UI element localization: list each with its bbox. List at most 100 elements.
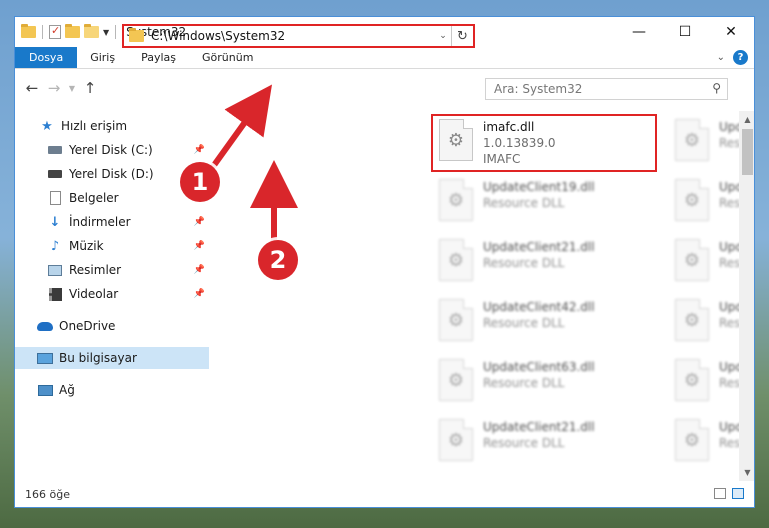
sidebar-item-label: Hızlı erişim bbox=[61, 119, 128, 133]
pin-icon[interactable]: 📌 bbox=[194, 241, 205, 251]
drive-icon bbox=[47, 167, 63, 181]
ribbon-right: ⌄ ? bbox=[717, 50, 748, 65]
this-pc-icon bbox=[37, 351, 53, 365]
file-name: UpdateClient63.dll bbox=[483, 360, 595, 374]
file-highlight-box bbox=[431, 114, 657, 172]
dll-file-icon: ⚙ bbox=[439, 179, 473, 221]
onedrive-icon bbox=[37, 319, 53, 333]
dll-file-icon: ⚙ bbox=[675, 179, 709, 221]
expand-ribbon-icon[interactable]: ⌄ bbox=[717, 52, 725, 63]
drive-icon bbox=[47, 143, 63, 157]
sidebar-item-label: Belgeler bbox=[69, 191, 119, 205]
search-icon: ⚲ bbox=[712, 81, 721, 95]
sidebar-item-videos[interactable]: Videolar 📌 bbox=[15, 283, 209, 305]
search-input[interactable]: Ara: System32 ⚲ bbox=[485, 78, 728, 100]
refresh-icon[interactable]: ↻ bbox=[451, 26, 473, 46]
scroll-up-icon[interactable]: ▲ bbox=[739, 111, 754, 128]
sidebar-item-label: Müzik bbox=[69, 239, 104, 253]
folder-icon bbox=[129, 28, 144, 42]
address-bar[interactable]: C:\Windows\System32 ⌄ ↻ bbox=[122, 24, 475, 48]
vertical-scrollbar[interactable]: ▲ ▼ bbox=[739, 111, 754, 481]
close-button[interactable]: ✕ bbox=[708, 17, 754, 47]
customize-toolbar-icon[interactable]: ▼ bbox=[103, 28, 109, 37]
dll-file-icon: ⚙ bbox=[439, 239, 473, 281]
minimize-button[interactable]: — bbox=[616, 17, 662, 47]
network-icon bbox=[37, 383, 53, 397]
sidebar-item-pictures[interactable]: Resimler 📌 bbox=[15, 259, 209, 281]
item-count: 166 öğe bbox=[25, 487, 70, 501]
star-icon: ★ bbox=[41, 118, 53, 134]
dll-file-icon: ⚙ bbox=[675, 119, 709, 161]
list-item[interactable]: ⚙ UpdateClient21.dll Resource DLL bbox=[431, 417, 651, 467]
sidebar-item-this-pc[interactable]: Bu bilgisayar bbox=[15, 347, 209, 369]
sidebar-item-quick-access[interactable]: ★ Hızlı erişim bbox=[15, 115, 209, 137]
tab-share[interactable]: Paylaş bbox=[128, 47, 189, 68]
documents-icon bbox=[47, 191, 63, 205]
pin-icon[interactable]: 📌 bbox=[194, 289, 205, 299]
file-name: UpdateClient21.dll bbox=[483, 420, 595, 434]
file-list: ⚙ imafc.dll 1.0.13839.0 IMAFC ⚙ UpdateCl… bbox=[209, 111, 754, 481]
sidebar-item-label: Videolar bbox=[69, 287, 119, 301]
properties-icon[interactable] bbox=[49, 24, 61, 39]
quick-access-toolbar: ▼ bbox=[15, 24, 118, 39]
file-type: Resource DLL bbox=[483, 436, 565, 450]
sidebar-item-local-disk-c[interactable]: Yerel Disk (C:) 📌 bbox=[15, 139, 209, 161]
tab-view[interactable]: Görünüm bbox=[189, 47, 266, 68]
explorer-window: ▼ System32 — ☐ ✕ Dosya Giriş Paylaş Görü… bbox=[14, 16, 755, 508]
dll-file-icon: ⚙ bbox=[439, 359, 473, 401]
list-item[interactable]: ⚙ UpdateClient21.dll Resource DLL bbox=[431, 237, 651, 287]
file-type: Resource DLL bbox=[483, 256, 565, 270]
toolbar-separator bbox=[115, 25, 117, 39]
recent-locations-icon[interactable]: ▼ bbox=[65, 84, 79, 93]
pin-icon[interactable]: 📌 bbox=[194, 217, 205, 227]
sidebar-item-music[interactable]: ♪ Müzik 📌 bbox=[15, 235, 209, 257]
sidebar-item-label: Yerel Disk (D:) bbox=[69, 167, 154, 181]
sidebar-item-documents[interactable]: Belgeler bbox=[15, 187, 209, 209]
sidebar-item-label: İndirmeler bbox=[69, 215, 131, 229]
file-type: Resource DLL bbox=[483, 316, 565, 330]
sidebar-item-label: OneDrive bbox=[59, 319, 116, 333]
file-name: UpdateClient19.dll bbox=[483, 180, 595, 194]
file-name: UpdateClient42.dll bbox=[483, 300, 595, 314]
rename-icon[interactable] bbox=[84, 24, 99, 38]
sidebar-item-network[interactable]: Ağ bbox=[15, 379, 209, 401]
pin-icon[interactable]: 📌 bbox=[194, 265, 205, 275]
pictures-icon bbox=[47, 263, 63, 277]
list-item[interactable]: ⚙ UpdateClient63.dll Resource DLL bbox=[431, 357, 651, 407]
sidebar-item-label: Resimler bbox=[69, 263, 122, 277]
new-folder-icon[interactable] bbox=[65, 24, 80, 38]
scroll-down-icon[interactable]: ▼ bbox=[739, 464, 754, 481]
toolbar-separator bbox=[42, 25, 43, 39]
forward-arrow-icon[interactable]: → bbox=[43, 79, 65, 97]
back-arrow-icon[interactable]: ← bbox=[21, 79, 43, 97]
maximize-button[interactable]: ☐ bbox=[662, 17, 708, 47]
sidebar-item-onedrive[interactable]: OneDrive bbox=[15, 315, 209, 337]
tab-home[interactable]: Giriş bbox=[77, 47, 128, 68]
status-bar: 166 öğe bbox=[15, 481, 754, 507]
list-item[interactable]: ⚙ UpdateClient19.dll Resource DLL bbox=[431, 177, 651, 227]
music-icon: ♪ bbox=[50, 238, 60, 254]
file-type: Resource DLL bbox=[483, 376, 565, 390]
address-dropdown-icon[interactable]: ⌄ bbox=[435, 31, 451, 41]
sidebar-item-label: Bu bilgisayar bbox=[59, 351, 137, 365]
content-area: ★ Hızlı erişim Yerel Disk (C:) 📌 Yerel D… bbox=[15, 111, 754, 481]
address-path[interactable]: C:\Windows\System32 bbox=[151, 29, 435, 43]
dll-file-icon: ⚙ bbox=[675, 239, 709, 281]
sidebar-item-label: Ağ bbox=[59, 383, 75, 397]
window-controls: — ☐ ✕ bbox=[616, 17, 754, 47]
file-type: Resource DLL bbox=[483, 196, 565, 210]
tiles-view-icon[interactable] bbox=[732, 488, 744, 499]
dll-file-icon: ⚙ bbox=[675, 299, 709, 341]
up-arrow-icon[interactable]: ↑ bbox=[79, 79, 101, 97]
step-2-badge: 2 bbox=[258, 240, 298, 280]
tab-file[interactable]: Dosya bbox=[15, 47, 78, 68]
help-icon[interactable]: ? bbox=[733, 50, 748, 65]
dll-file-icon: ⚙ bbox=[439, 299, 473, 341]
scrollbar-thumb[interactable] bbox=[742, 129, 753, 175]
view-toggle bbox=[714, 488, 744, 499]
pin-icon[interactable]: 📌 bbox=[194, 145, 205, 155]
sidebar-item-downloads[interactable]: ↓ İndirmeler 📌 bbox=[15, 211, 209, 233]
list-item[interactable]: ⚙ UpdateClient42.dll Resource DLL bbox=[431, 297, 651, 347]
details-view-icon[interactable] bbox=[714, 488, 726, 499]
dll-file-icon: ⚙ bbox=[675, 359, 709, 401]
